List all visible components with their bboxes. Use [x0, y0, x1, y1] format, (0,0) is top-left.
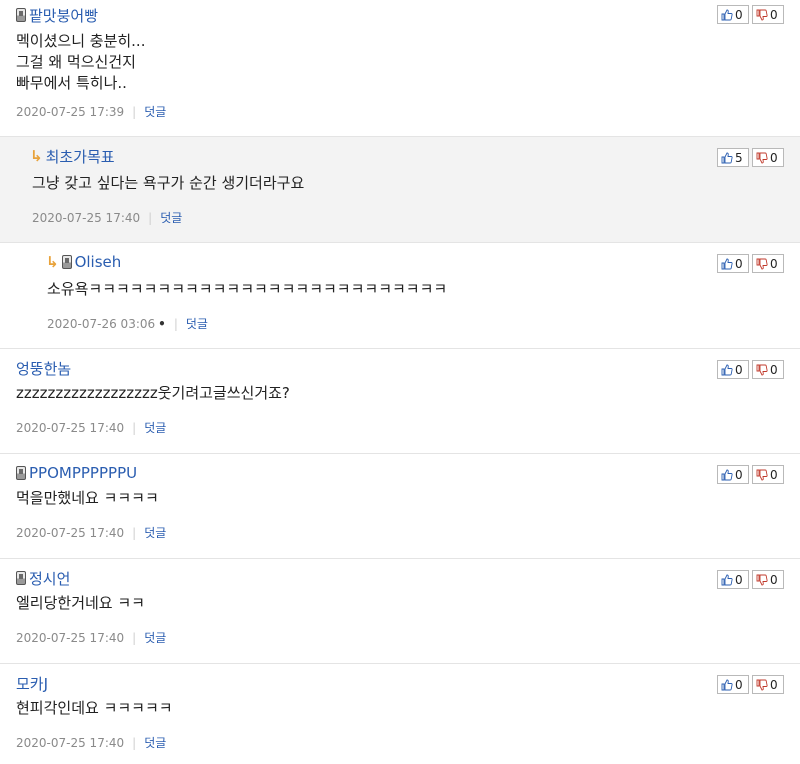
downvote-button[interactable]: 0 — [752, 465, 784, 484]
comment-author[interactable]: 최초가목표 — [46, 146, 115, 167]
upvote-count: 0 — [735, 256, 743, 271]
mobile-phone-icon — [16, 466, 26, 480]
thumbs-down-icon — [756, 574, 768, 585]
comment-item: 정시언 0 0 엘리당한거네요 ㅋㅋ 2020-07-25 17:40 | 덧글 — [0, 559, 800, 664]
thumbs-up-icon — [721, 258, 733, 269]
divider: | — [173, 316, 178, 331]
comment-text: 현피각인데요 ㅋㅋㅋㅋㅋ — [16, 699, 173, 717]
comment-author[interactable]: 엉뚱한놈 — [16, 358, 71, 379]
thumbs-down-icon — [756, 469, 768, 480]
comment-author[interactable]: Oliseh — [75, 253, 122, 271]
comment-author[interactable]: PPOMPPPPPPU — [29, 464, 137, 482]
downvote-count: 0 — [770, 362, 778, 377]
upvote-button[interactable]: 0 — [717, 675, 749, 694]
upvote-button[interactable]: 0 — [717, 465, 749, 484]
upvote-count: 0 — [735, 572, 743, 587]
upvote-count: 0 — [735, 7, 743, 22]
downvote-button[interactable]: 0 — [752, 360, 784, 379]
comment-date: 2020-07-25 17:40 — [16, 420, 125, 435]
comment-item: 팥맛붕어빵 0 0 멕이셨으니 충분히... 그걸 왜 먹으신건지 빠무에서 특… — [0, 0, 800, 137]
mobile-phone-icon — [61, 255, 72, 269]
comment-date: 2020-07-25 17:40 — [16, 630, 125, 645]
downvote-count: 0 — [770, 150, 778, 165]
downvote-count: 0 — [770, 256, 778, 271]
thumbs-down-icon — [756, 258, 768, 269]
thumbs-up-icon — [721, 469, 733, 480]
thumbs-up-icon — [721, 679, 733, 690]
upvote-button[interactable]: 0 — [717, 570, 749, 589]
thumbs-up-icon — [721, 574, 733, 585]
divider: | — [148, 210, 153, 225]
comment-text: 먹을만했네요 ㅋㅋㅋㅋ — [16, 489, 159, 507]
upvote-count: 5 — [735, 150, 743, 165]
comment-text: 멕이셨으니 충분히... 그걸 왜 먹으신건지 빠무에서 특히나.. — [16, 32, 146, 92]
upvote-count: 0 — [735, 362, 743, 377]
downvote-button[interactable]: 0 — [752, 254, 784, 273]
reply-link[interactable]: 덧글 — [144, 103, 166, 120]
divider: | — [132, 630, 137, 645]
comment-author[interactable]: 정시언 — [29, 568, 70, 589]
upvote-count: 0 — [735, 467, 743, 482]
comment-item: ↳ 최초가목표 5 0 그냥 갖고 싶다는 욕구가 순간 생기더라구요 2020… — [0, 137, 800, 243]
reply-link[interactable]: 덧글 — [160, 209, 182, 226]
comment-author[interactable]: 팥맛붕어빵 — [29, 5, 98, 26]
comment-item: ↳ Oliseh 0 0 소유욕ㅋㅋㅋㅋㅋㅋㅋㅋㅋㅋㅋㅋㅋㅋㅋㅋㅋㅋㅋㅋㅋㅋㅋㅋ… — [0, 243, 800, 349]
thumbs-down-icon — [756, 152, 768, 163]
reply-arrow-icon: ↳ — [30, 146, 43, 165]
comment-text: 소유욕ㅋㅋㅋㅋㅋㅋㅋㅋㅋㅋㅋㅋㅋㅋㅋㅋㅋㅋㅋㅋㅋㅋㅋㅋㅋㅋ — [47, 280, 448, 298]
reply-link[interactable]: 덧글 — [144, 524, 166, 541]
upvote-count: 0 — [735, 677, 743, 692]
upvote-button[interactable]: 0 — [717, 254, 749, 273]
divider: | — [132, 104, 137, 119]
upvote-button[interactable]: 5 — [717, 148, 749, 167]
divider: | — [132, 735, 137, 750]
upvote-button[interactable]: 0 — [717, 5, 749, 24]
downvote-count: 0 — [770, 677, 778, 692]
comment-date: 2020-07-26 03:06 — [47, 316, 156, 331]
reply-link[interactable]: 덧글 — [144, 419, 166, 436]
downvote-count: 0 — [770, 467, 778, 482]
mobile-phone-icon — [16, 571, 26, 585]
reply-link[interactable]: 덧글 — [186, 315, 208, 332]
comment-item: 모카J 0 0 현피각인데요 ㅋㅋㅋㅋㅋ 2020-07-25 17:40 | … — [0, 664, 800, 764]
downvote-button[interactable]: 0 — [752, 5, 784, 24]
comment-date: 2020-07-25 17:40 — [16, 735, 125, 750]
thumbs-down-icon — [756, 679, 768, 690]
downvote-button[interactable]: 0 — [752, 570, 784, 589]
comment-date: 2020-07-25 17:39 — [16, 104, 125, 119]
comment-date: 2020-07-25 17:40 — [16, 525, 125, 540]
thumbs-down-icon — [756, 9, 768, 20]
thumbs-up-icon — [721, 152, 733, 163]
mobile-phone-icon — [16, 8, 26, 22]
reply-arrow-icon: ↳ — [46, 252, 59, 271]
downvote-button[interactable]: 0 — [752, 148, 784, 167]
reply-link[interactable]: 덧글 — [144, 629, 166, 646]
comment-text: 엘리당한거네요 ㅋㅋ — [16, 594, 145, 612]
downvote-button[interactable]: 0 — [752, 675, 784, 694]
divider: | — [132, 420, 137, 435]
comment-text: 그냥 갖고 싶다는 욕구가 순간 생기더라구요 — [32, 174, 305, 192]
comment-date: 2020-07-25 17:40 — [32, 210, 141, 225]
new-mark: • — [158, 316, 166, 331]
thumbs-up-icon — [721, 364, 733, 375]
divider: | — [132, 525, 137, 540]
comment-item: 엉뚱한놈 0 0 zzzzzzzzzzzzzzzzzz웃기려고글쓰신거죠? 20… — [0, 349, 800, 454]
comment-text: zzzzzzzzzzzzzzzzzz웃기려고글쓰신거죠? — [16, 384, 290, 402]
reply-link[interactable]: 덧글 — [144, 734, 166, 751]
thumbs-up-icon — [721, 9, 733, 20]
comment-author[interactable]: 모카J — [16, 673, 48, 694]
comment-item: PPOMPPPPPPU 0 0 먹을만했네요 ㅋㅋㅋㅋ 2020-07-25 1… — [0, 454, 800, 559]
downvote-count: 0 — [770, 7, 778, 22]
thumbs-down-icon — [756, 364, 768, 375]
upvote-button[interactable]: 0 — [717, 360, 749, 379]
downvote-count: 0 — [770, 572, 778, 587]
